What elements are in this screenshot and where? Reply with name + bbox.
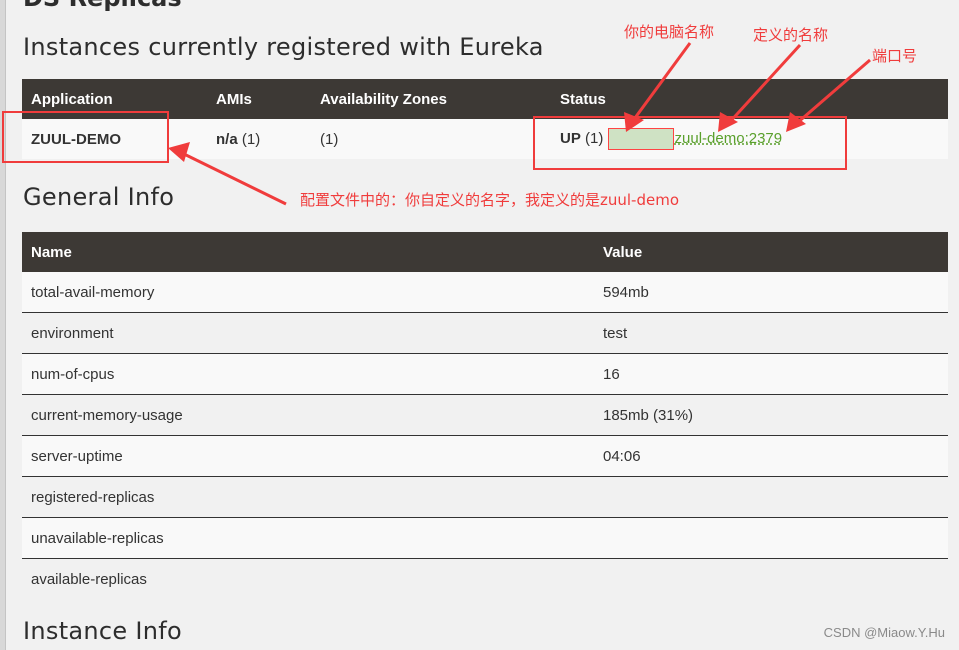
amis-value: n/a <box>216 130 238 148</box>
info-name: current-memory-usage <box>31 406 183 424</box>
info-value <box>594 559 948 600</box>
info-value: 185mb (31%) <box>603 406 694 424</box>
table-row: server-uptime 04:06 <box>22 435 948 477</box>
info-name: unavailable-replicas <box>31 529 164 547</box>
annotation-computer-name: 你的电脑名称 <box>624 23 715 41</box>
table-row: unavailable-replicas <box>22 517 948 559</box>
annotation-port: 端口号 <box>872 47 918 65</box>
window-left-edge <box>0 0 6 650</box>
info-value <box>594 518 948 559</box>
col-availability-zones: Availability Zones <box>320 90 447 108</box>
watermark: CSDN @Miaow.Y.Hu <box>823 625 945 640</box>
col-amis: AMIs <box>216 90 252 108</box>
general-info-table: Name Value total-avail-memory 594mb envir… <box>22 232 948 599</box>
info-name: server-uptime <box>31 447 123 465</box>
info-name: available-replicas <box>31 570 147 588</box>
annotation-defined-name: 定义的名称 <box>753 26 829 44</box>
table-row: current-memory-usage 185mb (31%) <box>22 394 948 436</box>
col-status: Status <box>560 90 606 108</box>
table-row: num-of-cpus 16 <box>22 353 948 395</box>
info-value: test <box>603 324 628 342</box>
info-name: num-of-cpus <box>31 365 115 383</box>
annotation-config-note: 配置文件中的：你自定义的名字，我定义的是zuul-demo <box>300 191 680 209</box>
table-row: environment test <box>22 312 948 354</box>
amis-cell: n/a (1) <box>207 119 311 159</box>
table-row: available-replicas <box>22 558 948 600</box>
table-row: registered-replicas <box>22 476 948 518</box>
info-value <box>594 477 948 518</box>
info-value: 16 <box>603 365 620 383</box>
instances-heading: Instances currently registered with Eure… <box>23 33 544 61</box>
instance-info-heading: Instance Info <box>23 617 183 645</box>
annotation-box-status <box>533 116 847 170</box>
info-name: total-avail-memory <box>31 283 155 301</box>
general-header-row: Name Value <box>22 232 948 272</box>
col-value: Value <box>603 243 643 261</box>
general-info-heading: General Info <box>23 183 175 211</box>
info-name: environment <box>31 324 114 342</box>
info-value: 594mb <box>603 283 649 301</box>
ds-replicas-heading: DS Replicas <box>23 0 182 12</box>
amis-count: (1) <box>241 130 261 148</box>
zones-cell: (1) <box>320 130 339 148</box>
annotation-box-application <box>2 111 169 163</box>
table-row: total-avail-memory 594mb <box>22 272 948 313</box>
info-value: 04:06 <box>603 447 641 465</box>
col-name: Name <box>31 243 72 261</box>
info-name: registered-replicas <box>31 488 155 506</box>
